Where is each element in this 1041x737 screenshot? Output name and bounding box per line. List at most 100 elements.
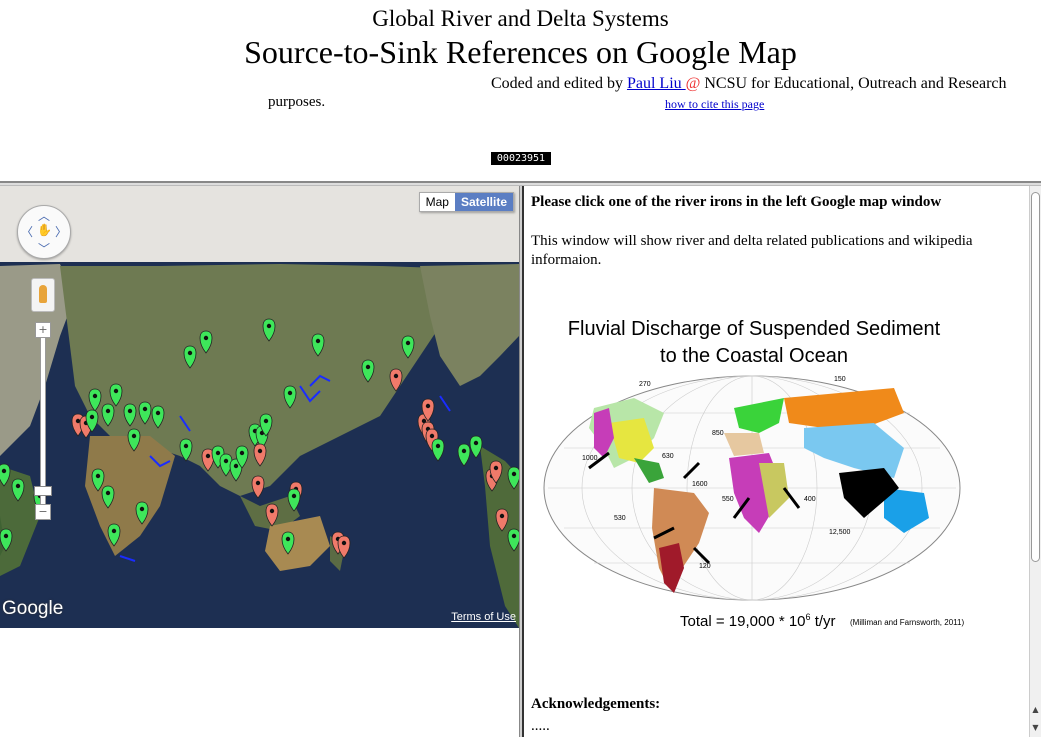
river-marker-green[interactable]	[287, 488, 301, 512]
river-marker-red[interactable]	[495, 508, 509, 532]
google-logo: Google	[2, 598, 64, 619]
river-marker-green[interactable]	[151, 405, 165, 429]
river-marker-green[interactable]	[135, 501, 149, 525]
info-panel: Please click one of the river irons in t…	[524, 186, 1029, 737]
river-marker-green[interactable]	[123, 403, 137, 427]
marker-dot-icon	[287, 390, 293, 396]
pan-right-icon[interactable]: 〉	[55, 223, 67, 240]
acknowledgements-heading: Acknowledgements:	[531, 696, 661, 712]
river-marker-green[interactable]	[88, 388, 102, 412]
river-marker-green[interactable]	[109, 383, 123, 407]
map-frame: Map Satellite ︿ ﹀ 〈 〉 ✋ + − Google Terms…	[0, 186, 519, 737]
marker-dot-icon	[461, 448, 467, 454]
map-type-control[interactable]: Map Satellite	[418, 192, 514, 212]
info-scrollbar[interactable]: ▲ ▼	[1029, 186, 1041, 737]
marker-dot-icon	[127, 408, 133, 414]
world-map-figure: 270 150 850 1000 630 1600 550 400 530 12,500 120	[543, 375, 961, 601]
cite-link[interactable]: how to cite this page	[665, 97, 764, 112]
google-map[interactable]: Map Satellite ︿ ﹀ 〈 〉 ✋ + − Google Terms…	[0, 186, 519, 628]
map-type-satellite-button[interactable]: Satellite	[454, 193, 513, 211]
river-marker-green[interactable]	[262, 318, 276, 342]
zoom-in-button[interactable]: +	[35, 322, 51, 338]
scrollbar-thumb[interactable]	[1031, 192, 1040, 562]
marker-dot-icon	[405, 340, 411, 346]
river-marker-green[interactable]	[91, 468, 105, 492]
river-marker-green[interactable]	[431, 438, 445, 462]
river-marker-green[interactable]	[11, 478, 25, 502]
figure-total: Total = 19,000 * 106 t/yr	[680, 612, 836, 630]
marker-dot-icon	[269, 508, 275, 514]
river-marker-green[interactable]	[507, 528, 519, 552]
zoom-slider-handle[interactable]	[34, 486, 52, 496]
author-link[interactable]: Paul Liu	[627, 75, 686, 92]
zoom-out-button[interactable]: −	[35, 504, 51, 520]
river-marker-green[interactable]	[101, 403, 115, 427]
street-view-pegman-icon[interactable]	[31, 278, 55, 312]
river-marker-green[interactable]	[107, 523, 121, 547]
total-text: Total = 19,000 * 10	[680, 613, 806, 630]
pan-control[interactable]: ︿ ﹀ 〈 〉 ✋	[17, 205, 71, 259]
river-marker-red[interactable]	[251, 475, 265, 499]
pan-down-icon[interactable]: ﹀	[38, 240, 50, 257]
river-marker-green[interactable]	[101, 485, 115, 509]
marker-dot-icon	[89, 414, 95, 420]
river-marker-green[interactable]	[283, 385, 297, 409]
river-marker-red[interactable]	[253, 443, 267, 467]
river-marker-green[interactable]	[311, 333, 325, 357]
flux-label: 530	[614, 515, 626, 522]
flux-label: 550	[722, 496, 734, 503]
marker-dot-icon	[215, 450, 221, 456]
marker-dot-icon	[435, 443, 441, 449]
marker-dot-icon	[105, 408, 111, 414]
scroll-up-arrow-icon[interactable]: ▲	[1030, 704, 1041, 715]
river-marker-green[interactable]	[281, 531, 295, 555]
flux-label: 270	[639, 381, 651, 388]
river-marker-green[interactable]	[0, 528, 13, 552]
marker-dot-icon	[233, 463, 239, 469]
marker-dot-icon	[203, 335, 209, 341]
marker-dot-icon	[111, 528, 117, 534]
river-marker-green[interactable]	[457, 443, 471, 467]
flux-label: 1000	[582, 455, 598, 462]
info-prompt: Please click one of the river irons in t…	[531, 194, 942, 210]
marker-dot-icon	[239, 450, 245, 456]
terms-of-use-link[interactable]: Terms of Use	[451, 611, 516, 623]
river-marker-red[interactable]	[265, 503, 279, 527]
river-marker-green[interactable]	[507, 466, 519, 490]
pan-up-icon[interactable]: ︿	[38, 207, 50, 224]
river-marker-red[interactable]	[389, 368, 403, 392]
river-marker-green[interactable]	[179, 438, 193, 462]
credit-line-2: purposes.	[268, 94, 326, 110]
zoom-slider-track[interactable]	[40, 328, 46, 510]
marker-dot-icon	[266, 323, 272, 329]
marker-dot-icon	[131, 433, 137, 439]
marker-dot-icon	[365, 364, 371, 370]
pan-left-icon[interactable]: 〈	[21, 223, 33, 240]
river-marker-green[interactable]	[183, 345, 197, 369]
marker-dot-icon	[425, 403, 431, 409]
river-marker-red[interactable]	[337, 535, 351, 559]
river-marker-green[interactable]	[127, 428, 141, 452]
email-at-link[interactable]: @	[686, 75, 701, 92]
flux-label: 12,500	[829, 529, 851, 536]
river-markers[interactable]	[0, 186, 519, 628]
map-type-map-button[interactable]: Map	[419, 193, 455, 211]
zoom-control[interactable]: + −	[34, 316, 52, 521]
river-marker-green[interactable]	[0, 463, 11, 487]
marker-dot-icon	[429, 433, 435, 439]
scroll-down-arrow-icon[interactable]: ▼	[1030, 722, 1041, 733]
acknowledgements-body: .....	[531, 718, 550, 734]
marker-dot-icon	[511, 471, 517, 477]
flux-label: 630	[662, 453, 674, 460]
marker-dot-icon	[75, 418, 81, 424]
marker-dot-icon	[187, 350, 193, 356]
figure-title-line-1: Fluvial Discharge of Suspended Sediment	[567, 318, 941, 340]
marker-dot-icon	[105, 490, 111, 496]
marker-dot-icon	[155, 410, 161, 416]
river-marker-green[interactable]	[361, 359, 375, 383]
river-marker-green[interactable]	[469, 435, 483, 459]
credit-prefix: Coded and edited by	[491, 75, 627, 92]
river-marker-green[interactable]	[199, 330, 213, 354]
river-marker-green[interactable]	[401, 335, 415, 359]
river-marker-green[interactable]	[138, 401, 152, 425]
